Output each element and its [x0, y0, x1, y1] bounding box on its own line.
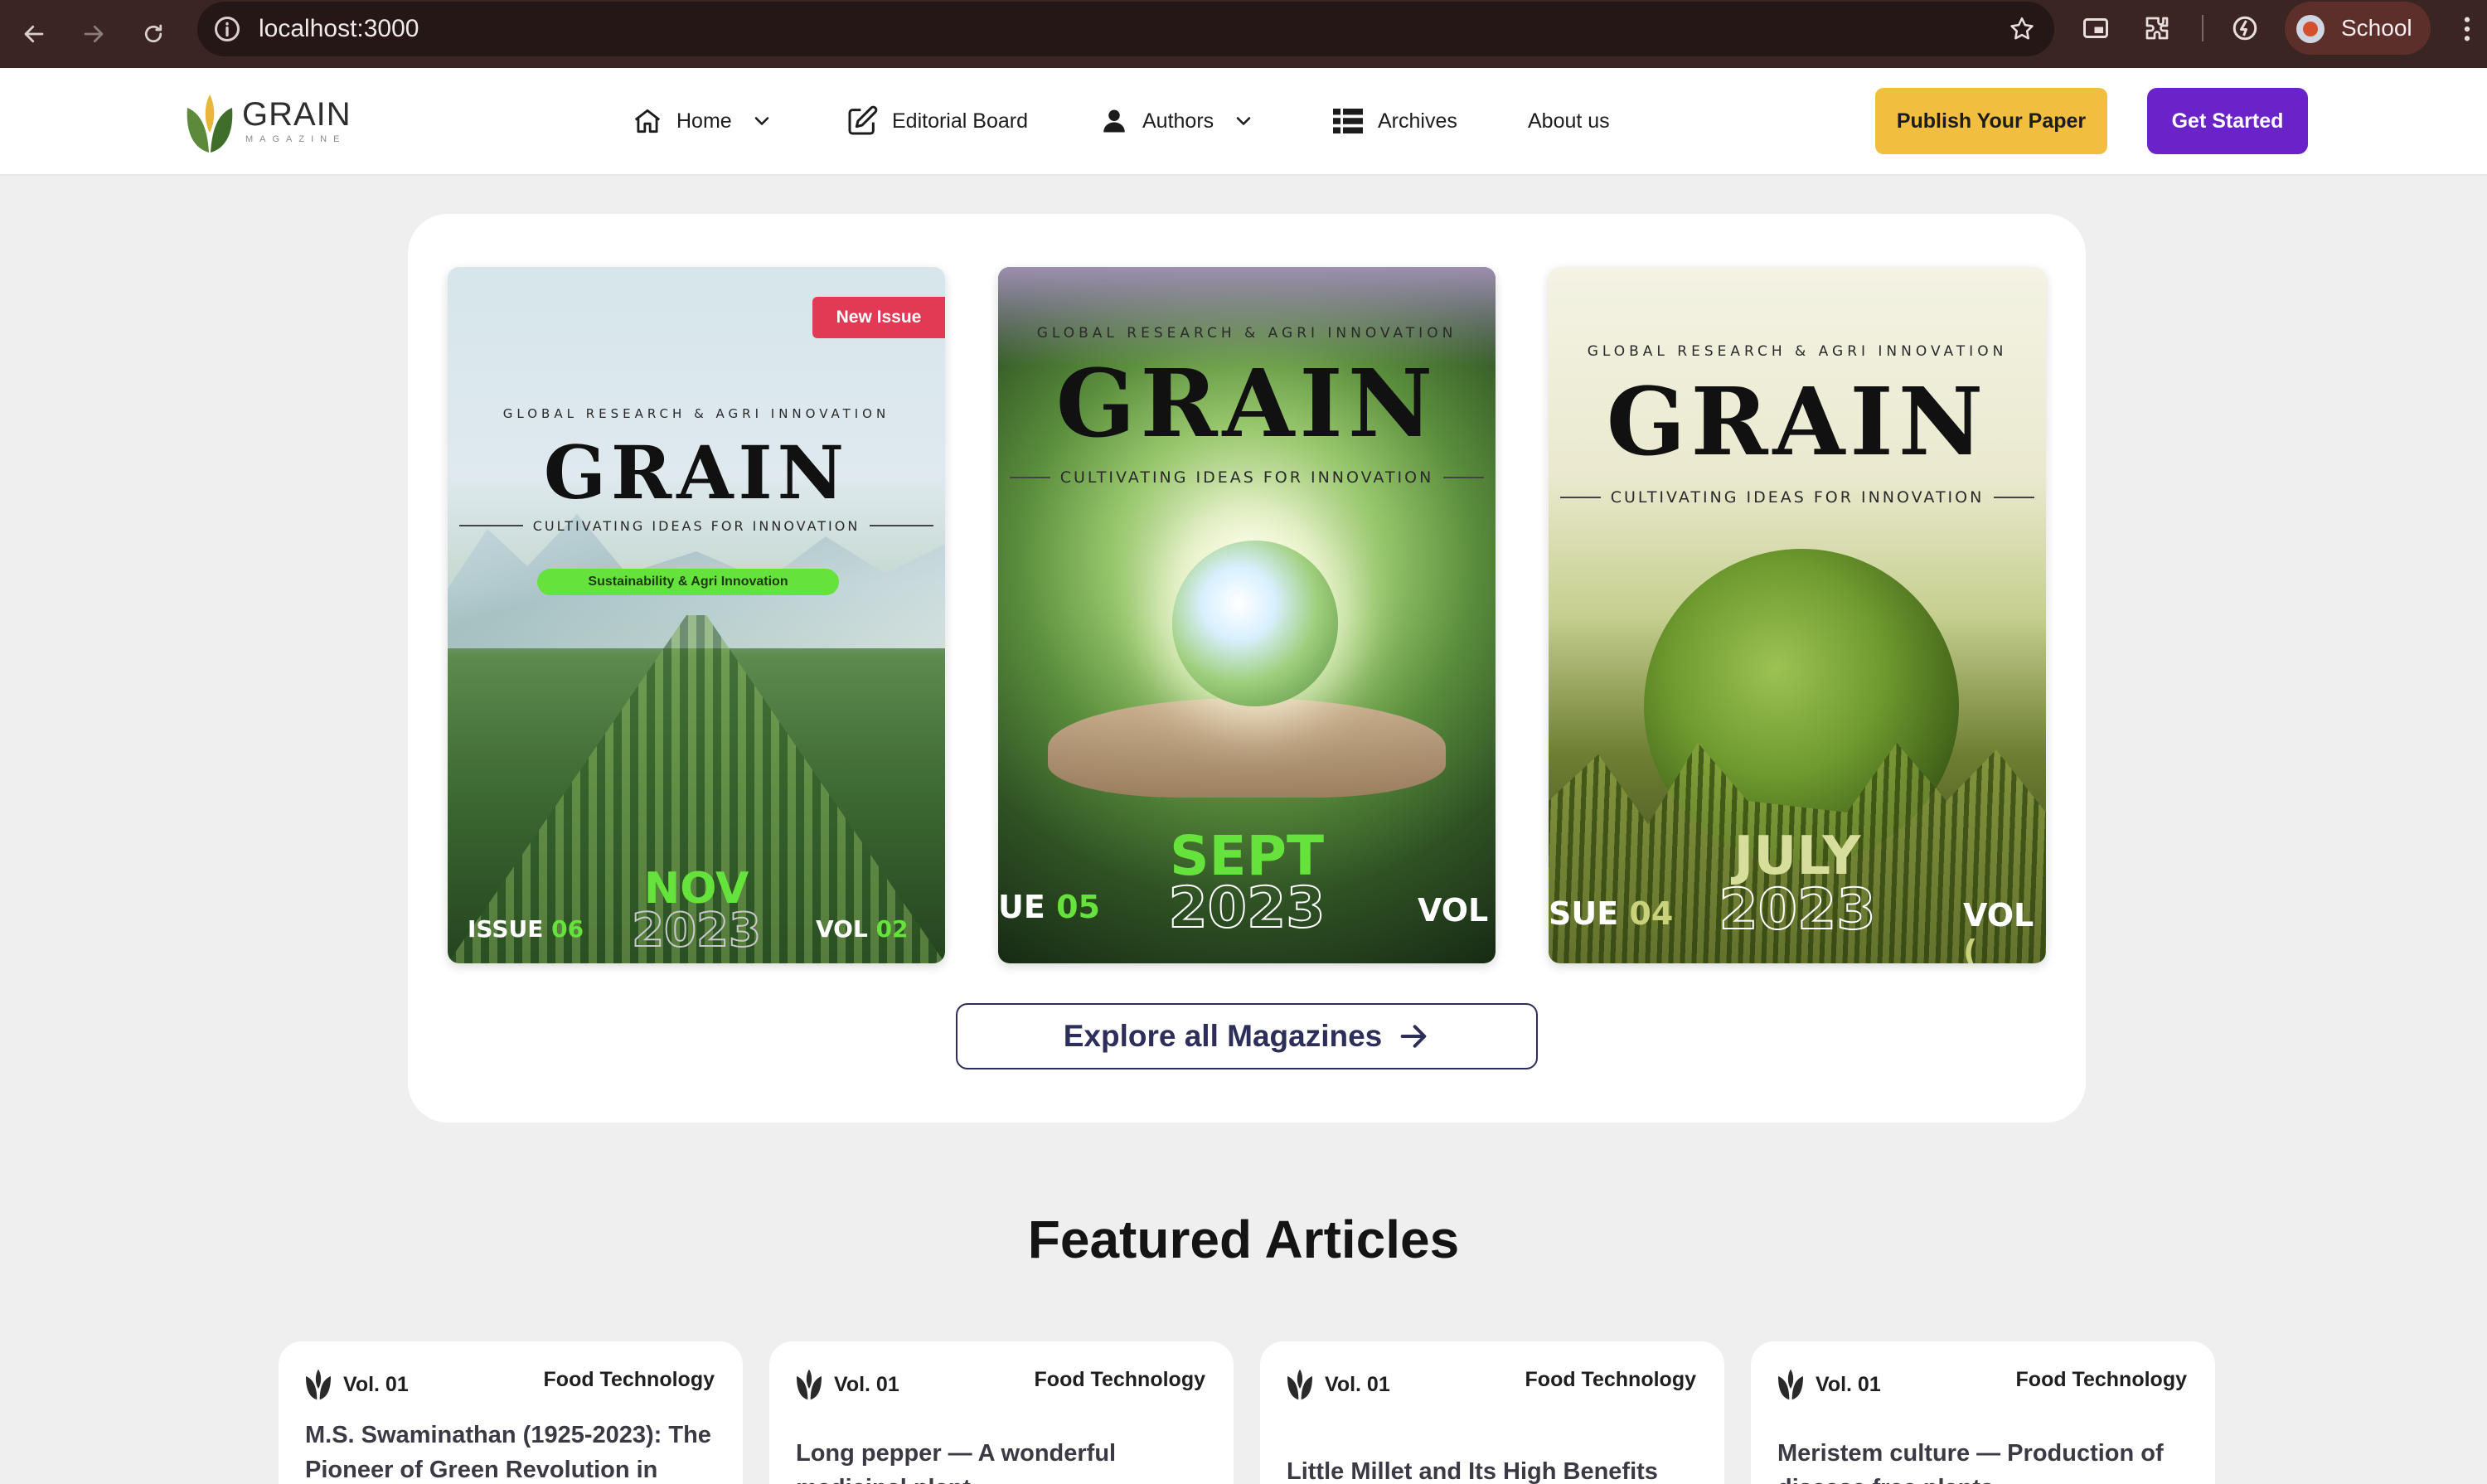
article-category: Food Technology	[2015, 1368, 2187, 1391]
cover-volume: VOL 02	[816, 915, 909, 943]
url-text[interactable]: localhost:3000	[259, 2, 419, 56]
picture-in-picture-icon[interactable]	[2081, 13, 2111, 43]
article-category: Food Technology	[1525, 1368, 1696, 1391]
reload-button[interactable]	[134, 15, 172, 53]
article-volume: Vol. 01	[303, 1368, 409, 1401]
article-card[interactable]: Vol. 01 Food Technology Meristem culture…	[1751, 1341, 2215, 1484]
leaf-logo-icon	[1287, 1369, 1312, 1400]
home-icon	[634, 109, 661, 133]
magazine-cover-nov-2023[interactable]: New Issue GLOBAL RESEARCH & AGRI INNOVAT…	[448, 267, 945, 963]
nav-about-us[interactable]: About us	[1528, 68, 1610, 174]
featured-articles-heading: Featured Articles	[1027, 1210, 1460, 1269]
browser-toolbar: localhost:3000 School	[0, 0, 2487, 68]
nav-editorial-board[interactable]: Editorial Board	[846, 68, 1028, 174]
nav-archives[interactable]: Archives	[1331, 68, 1457, 174]
article-volume: Vol. 01	[1285, 1368, 1390, 1401]
magazine-showcase: New Issue GLOBAL RESEARCH & AGRI INNOVAT…	[408, 214, 2086, 1123]
article-title[interactable]: M.S. Swaminathan (1925-2023): The Pionee…	[305, 1418, 715, 1484]
article-title[interactable]: Meristem culture — Production of disease…	[1777, 1436, 2187, 1484]
forward-button[interactable]	[75, 15, 113, 53]
chevron-down-icon	[754, 117, 768, 125]
back-button[interactable]	[15, 15, 53, 53]
arrow-right-icon	[1400, 1025, 1427, 1048]
cover-tagline: GLOBAL RESEARCH & AGRI INNOVATION	[1036, 325, 1457, 342]
site-header: GRAIN MAGAZINE Home Editorial Board Auth…	[0, 68, 2487, 174]
avatar	[2296, 15, 2325, 43]
cover-tagline: GLOBAL RESEARCH & AGRI INNOVATION	[502, 406, 890, 421]
explore-magazines-label: Explore all Magazines	[1063, 1019, 1383, 1053]
article-title[interactable]: Long pepper — A wonderful medicinal plan…	[796, 1436, 1205, 1484]
cover-title: GRAIN	[1606, 368, 1989, 477]
article-volume: Vol. 01	[794, 1368, 899, 1401]
reload-icon	[144, 24, 162, 43]
address-bar[interactable]: localhost:3000	[197, 2, 2054, 56]
chevron-down-icon	[1236, 117, 1251, 125]
nav-home[interactable]: Home	[632, 68, 773, 174]
new-issue-badge: New Issue	[812, 297, 945, 338]
leaf-logo-icon	[797, 1369, 822, 1400]
magazine-cover-sept-2023[interactable]: GLOBAL RESEARCH & AGRI INNOVATION GRAIN …	[998, 267, 1496, 963]
cover-subline: CULTIVATING IDEAS FOR INNOVATION	[1560, 487, 2034, 507]
get-started-button[interactable]: Get Started	[2147, 88, 2308, 154]
cover-subline: CULTIVATING IDEAS FOR INNOVATION	[1010, 468, 1484, 487]
article-title[interactable]: Little Millet and Its High Benefits	[1287, 1454, 1696, 1484]
leaf-logo-icon	[1778, 1369, 1803, 1400]
cover-tagline: GLOBAL RESEARCH & AGRI INNOVATION	[1587, 343, 2008, 360]
article-category: Food Technology	[1034, 1368, 1205, 1391]
user-icon	[1103, 109, 1125, 133]
nav-about-us-label: About us	[1528, 109, 1610, 133]
cover-issue: SUE 04	[1549, 895, 1674, 932]
article-category: Food Technology	[543, 1368, 715, 1391]
toolbar-separator	[2202, 15, 2203, 41]
leaf-logo-icon	[306, 1369, 331, 1400]
logo-subtitle: MAGAZINE	[245, 134, 347, 144]
cover-topic-pill: Sustainability & Agri Innovation	[537, 569, 839, 595]
site-logo[interactable]: GRAIN MAGAZINE	[184, 91, 351, 154]
forward-arrow-icon	[84, 25, 104, 43]
cover-volume: VOL	[1418, 892, 1489, 929]
explore-magazines-button[interactable]: Explore all Magazines	[956, 1003, 1538, 1069]
cover-title: GRAIN	[1055, 350, 1438, 458]
nav-archives-label: Archives	[1378, 109, 1457, 133]
logo-wordmark: GRAIN	[242, 96, 351, 133]
cover-issue: UE 05	[998, 889, 1100, 925]
back-arrow-icon	[24, 25, 44, 43]
kebab-menu-icon[interactable]	[2459, 15, 2475, 43]
nav-home-label: Home	[676, 109, 732, 133]
cover-title: GRAIN	[543, 429, 850, 516]
publish-paper-button[interactable]: Publish Your Paper	[1875, 88, 2107, 154]
cover-volume: VOL (	[1963, 897, 2034, 963]
cover-subline: CULTIVATING IDEAS FOR INNOVATION	[459, 516, 933, 536]
magazine-cover-july-2023[interactable]: GLOBAL RESEARCH & AGRI INNOVATION GRAIN …	[1549, 267, 2046, 963]
extensions-icon[interactable]	[2142, 13, 2172, 43]
grid-icon	[1333, 109, 1363, 133]
info-icon[interactable]	[212, 14, 242, 44]
nav-editorial-board-label: Editorial Board	[892, 109, 1028, 133]
profile-name: School	[2341, 15, 2412, 41]
star-icon[interactable]	[2008, 15, 2036, 43]
leaf-logo-icon	[187, 95, 233, 153]
glowing-orb	[1172, 541, 1338, 706]
performance-icon[interactable]	[2230, 13, 2260, 43]
nav-authors[interactable]: Authors	[1099, 68, 1255, 174]
article-card[interactable]: Vol. 01 Food Technology Little Millet an…	[1260, 1341, 1724, 1484]
edit-icon	[848, 105, 878, 135]
article-card[interactable]: Vol. 01 Food Technology Long pepper — A …	[769, 1341, 1234, 1484]
article-volume: Vol. 01	[1776, 1368, 1881, 1401]
profile-button[interactable]: School	[2285, 2, 2431, 55]
hand-shape	[1048, 698, 1446, 798]
nav-authors-label: Authors	[1142, 109, 1214, 133]
article-card[interactable]: Vol. 01 Food Technology M.S. Swaminathan…	[279, 1341, 743, 1484]
